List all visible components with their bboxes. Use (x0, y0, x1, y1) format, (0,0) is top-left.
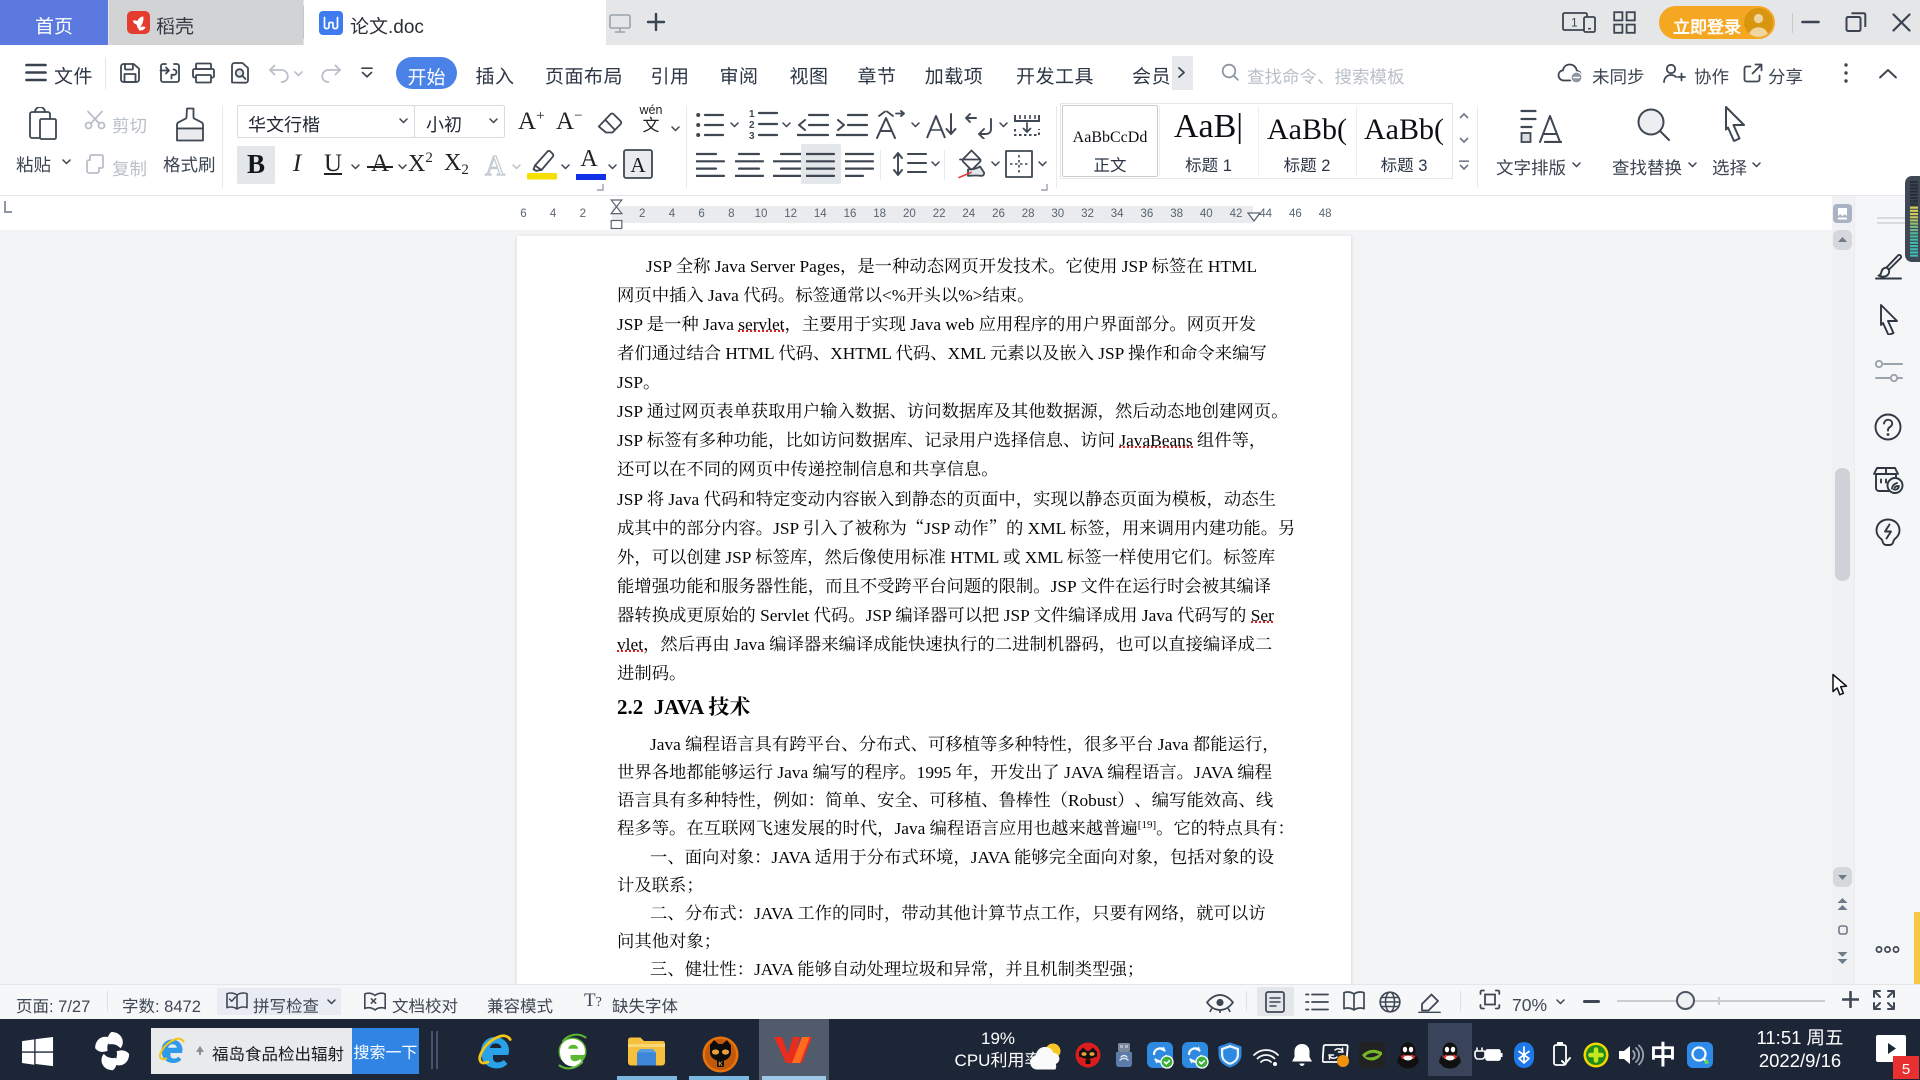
svg-text:1: 1 (749, 109, 755, 120)
svg-text:2: 2 (749, 120, 755, 131)
svg-text:A: A (630, 153, 646, 177)
svg-text:K: K (718, 1059, 723, 1068)
svg-text:3: 3 (749, 131, 755, 140)
svg-text:1: 1 (1571, 16, 1578, 30)
svg-text:A: A (485, 151, 506, 179)
